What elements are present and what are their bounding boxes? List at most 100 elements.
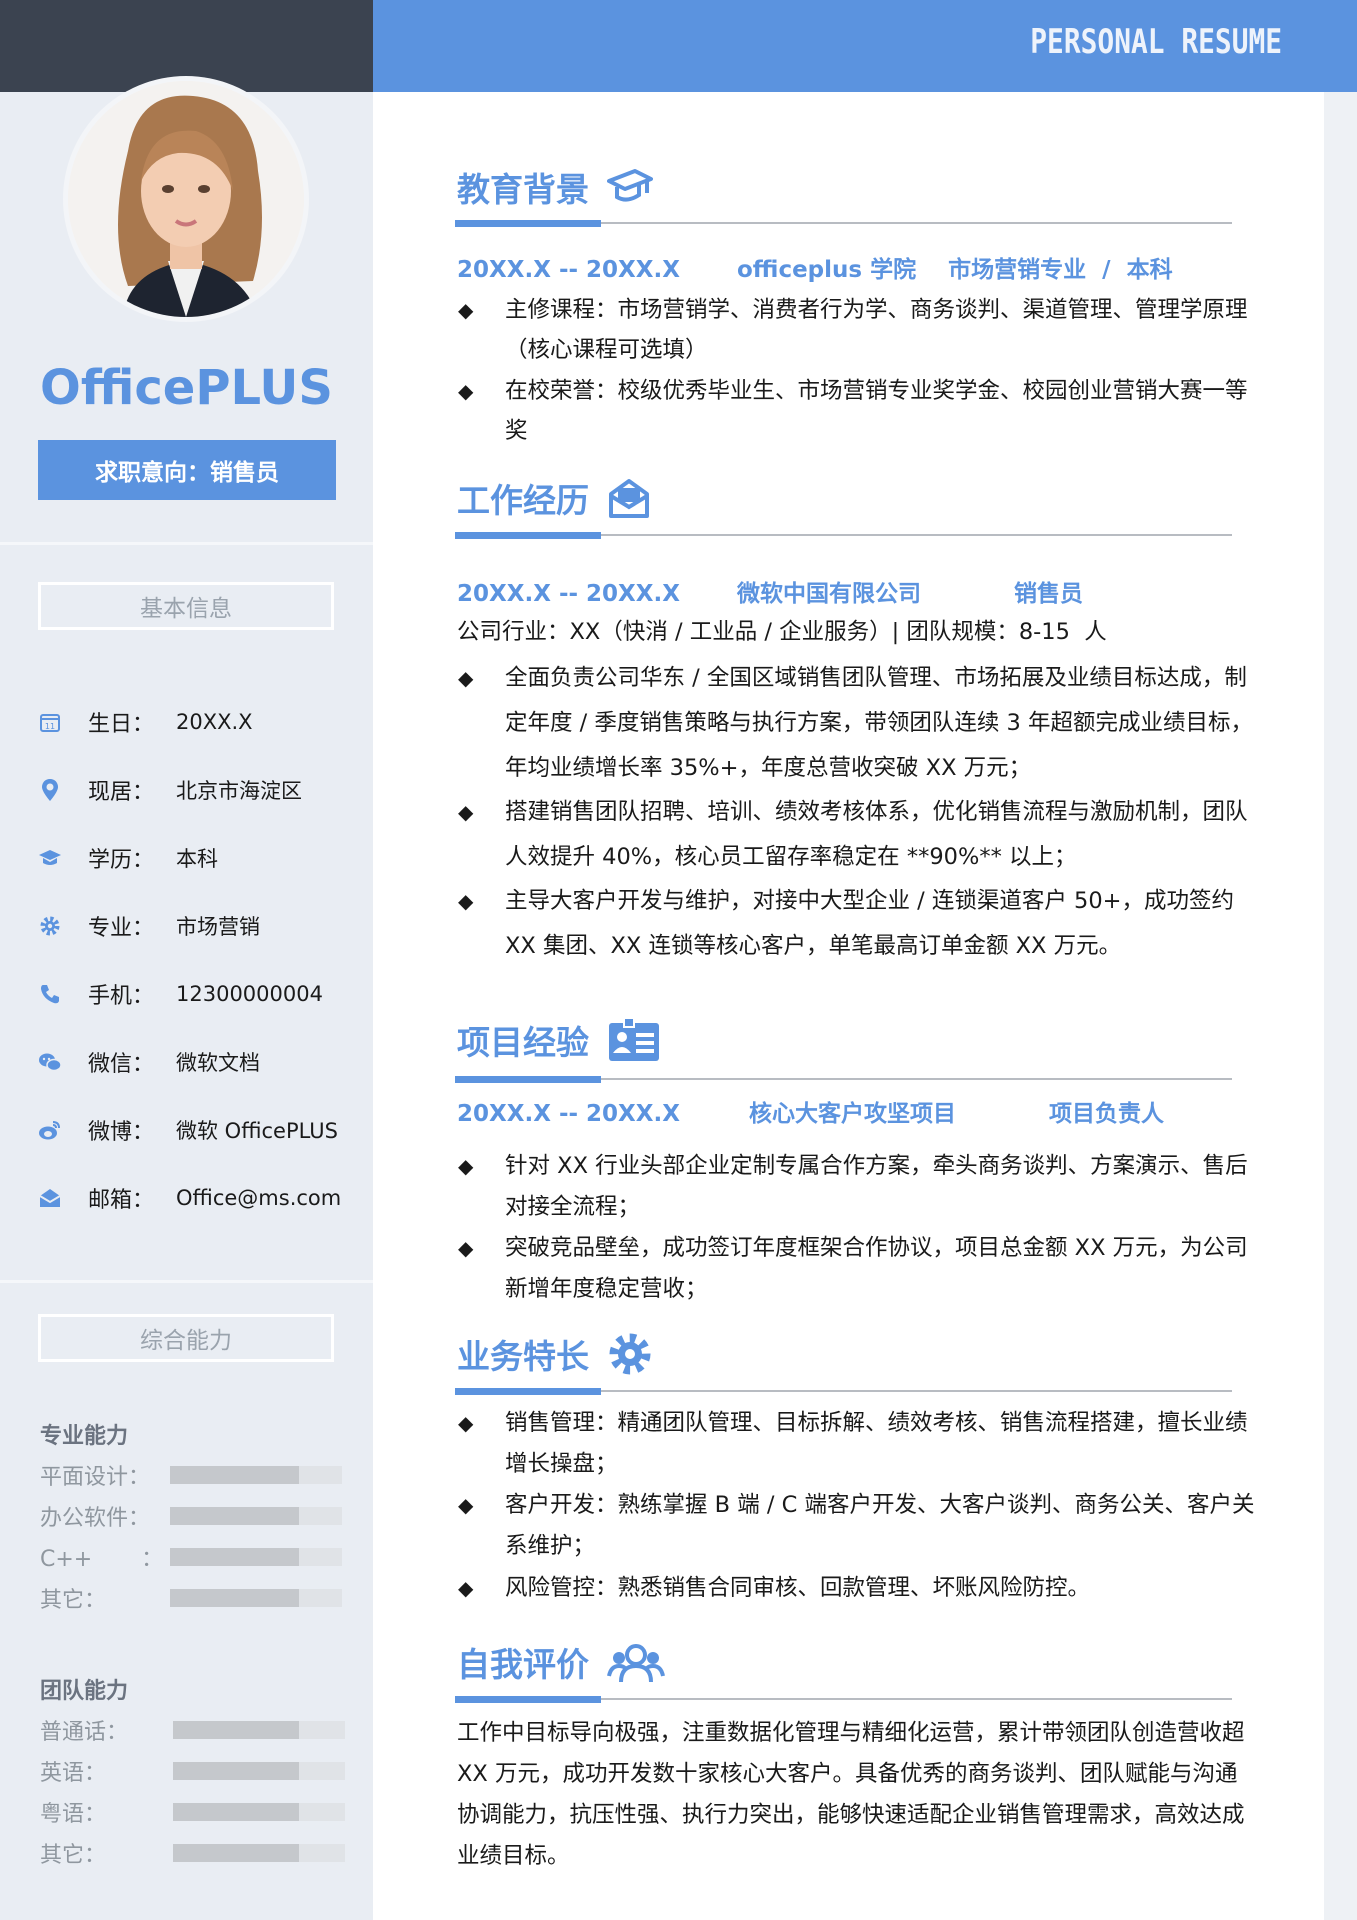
info-value: 北京市海淀区 bbox=[176, 779, 302, 803]
gear-icon bbox=[609, 1333, 651, 1375]
work-company: 微软中国有限公司 bbox=[737, 581, 921, 607]
info-label: 现居： bbox=[88, 780, 155, 805]
weibo-icon bbox=[38, 1118, 62, 1142]
section-accent bbox=[455, 220, 601, 227]
section-accent bbox=[455, 1076, 601, 1083]
skill-bar-fill bbox=[173, 1721, 299, 1739]
project-period: 20XX.X -- 20XX.X bbox=[457, 1101, 680, 1127]
info-row-wechat: 微信： 微软文档 bbox=[38, 1042, 358, 1082]
skill-bar-fill bbox=[170, 1589, 299, 1607]
list-item: ◆ 主导大客户开发与维护，对接中大型企业 / 连锁渠道客户 50+，成功签约 X… bbox=[458, 879, 1258, 969]
section-title-education: 教育背景 bbox=[457, 163, 653, 211]
list-item: ◆ 主修课程：市场营销学、消费者行为学、商务谈判、渠道管理、管理学原理（核心课程… bbox=[458, 290, 1258, 370]
skill-row: C++ ： bbox=[40, 1540, 350, 1574]
skill-label: 平面设计： bbox=[40, 1465, 151, 1490]
skill-row: 其它： bbox=[40, 1836, 350, 1870]
list-item: ◆ 突破竞品壁垒，成功签订年度框架合作协议，项目总金额 XX 万元，为公司新增年… bbox=[458, 1228, 1258, 1310]
education-meta: 20XX.X -- 20XX.X officeplus 学院 市场营销专业 / 本… bbox=[457, 250, 1257, 284]
skill-group-professional: 专业能力 bbox=[40, 1424, 129, 1449]
bullet-diamond-icon: ◆ bbox=[458, 1236, 474, 1260]
bullet-diamond-icon: ◆ bbox=[458, 379, 474, 403]
skill-row: 其它： bbox=[40, 1581, 350, 1615]
info-value: 微软 OfficePLUS bbox=[176, 1119, 338, 1143]
bullet-text: 主导大客户开发与维护，对接中大型企业 / 连锁渠道客户 50+，成功签约 XX … bbox=[505, 888, 1235, 959]
skill-bar bbox=[173, 1721, 345, 1739]
bullet-text: 主修课程：市场营销学、消费者行为学、商务谈判、渠道管理、管理学原理（核心课程可选… bbox=[505, 297, 1248, 363]
avatar bbox=[68, 81, 304, 317]
job-intent-badge: 求职意向：销售员 bbox=[38, 440, 336, 500]
info-label: 生日： bbox=[88, 712, 155, 737]
skill-row: 普通话： bbox=[40, 1713, 350, 1747]
skill-bar-fill bbox=[170, 1507, 299, 1525]
bullet-diamond-icon: ◆ bbox=[458, 666, 474, 690]
wechat-icon bbox=[38, 1050, 62, 1074]
bullet-diamond-icon: ◆ bbox=[458, 298, 474, 322]
candidate-name: OfficePLUS bbox=[40, 360, 333, 416]
info-value: 12300000004 bbox=[176, 982, 323, 1006]
section-title-project: 项目经验 bbox=[457, 1016, 661, 1064]
section-title-text: 自我评价 bbox=[457, 1645, 589, 1684]
basic-info-title: 基本信息 bbox=[38, 582, 334, 630]
skill-bar bbox=[173, 1803, 345, 1821]
work-summary: 公司行业：XX（快消 / 工业品 / 企业服务）| 团队规模：8-15 人 bbox=[457, 619, 1107, 645]
skill-row: 粤语： bbox=[40, 1795, 350, 1829]
info-label: 专业： bbox=[88, 916, 155, 941]
skill-row: 英语： bbox=[40, 1754, 350, 1788]
skill-label: 办公软件： bbox=[40, 1506, 151, 1531]
right-margin-strip bbox=[1324, 92, 1357, 1920]
mail-icon bbox=[38, 1186, 62, 1210]
bullet-diamond-icon: ◆ bbox=[458, 889, 474, 913]
graduation-cap-icon bbox=[607, 169, 653, 202]
skill-bar-fill bbox=[173, 1803, 299, 1821]
info-label: 邮箱： bbox=[88, 1188, 155, 1213]
skill-bar-fill bbox=[170, 1548, 299, 1566]
header-band: PERSONAL RESUME bbox=[373, 0, 1357, 92]
gear-icon bbox=[38, 914, 62, 938]
education-school: officeplus 学院 市场营销专业 / 本科 bbox=[737, 257, 1173, 283]
skill-label: 其它： bbox=[40, 1843, 107, 1868]
project-name: 核心大客户攻坚项目 bbox=[749, 1101, 956, 1127]
bullet-diamond-icon: ◆ bbox=[458, 1493, 474, 1517]
info-label: 微信： bbox=[88, 1052, 155, 1077]
skill-label: 普通话： bbox=[40, 1720, 129, 1745]
project-meta: 20XX.X -- 20XX.X 核心大客户攻坚项目 项目负责人 bbox=[457, 1094, 1257, 1128]
info-row-birthday: 11 生日： 20XX.X bbox=[38, 702, 358, 742]
envelope-icon bbox=[609, 479, 649, 518]
bullet-diamond-icon: ◆ bbox=[458, 1411, 474, 1435]
bullet-text: 客户开发：熟练掌握 B 端 / C 端客户开发、大客户谈判、商务公关、客户关系维… bbox=[505, 1492, 1255, 1559]
info-label: 手机： bbox=[88, 984, 155, 1009]
skill-row: 平面设计： bbox=[40, 1458, 350, 1492]
bullet-text: 风险管控：熟悉销售合同审核、回款管理、坏账风险防控。 bbox=[505, 1575, 1091, 1601]
info-label: 学历： bbox=[88, 848, 155, 873]
sidebar-divider bbox=[0, 542, 373, 545]
self-eval-text: 工作中目标导向极强，注重数据化管理与精细化运营，累计带领团队创造营收超 XX 万… bbox=[457, 1720, 1245, 1869]
bullet-text: 全面负责公司华东 / 全国区域销售团队管理、市场拓展及业绩目标达成，制定年度 /… bbox=[505, 665, 1254, 781]
section-accent bbox=[455, 532, 601, 539]
section-title-skills: 业务特长 bbox=[457, 1330, 653, 1378]
team-icon bbox=[607, 1644, 665, 1683]
skill-row: 办公软件： bbox=[40, 1499, 350, 1533]
section-title-self-eval: 自我评价 bbox=[457, 1638, 665, 1686]
list-item: ◆ 针对 XX 行业头部企业定制专属合作方案，牵头商务谈判、方案演示、售后对接全… bbox=[458, 1146, 1258, 1228]
phone-icon bbox=[38, 982, 62, 1006]
skill-label: 粤语： bbox=[40, 1802, 107, 1827]
bullet-diamond-icon: ◆ bbox=[458, 1576, 474, 1600]
bullet-text: 搭建销售团队招聘、培训、绩效考核体系，优化销售流程与激励机制，团队人效提升 40… bbox=[505, 799, 1248, 870]
list-item: ◆ 销售管理：精通团队管理、目标拆解、绩效考核、销售流程搭建，擅长业绩增长操盘； bbox=[458, 1403, 1258, 1485]
skill-label: 英语： bbox=[40, 1761, 107, 1786]
info-label: 微博： bbox=[88, 1120, 155, 1145]
list-item: ◆ 全面负责公司华东 / 全国区域销售团队管理、市场拓展及业绩目标达成，制定年度… bbox=[458, 656, 1258, 791]
skill-bar bbox=[173, 1762, 345, 1780]
list-item: ◆ 客户开发：熟练掌握 B 端 / C 端客户开发、大客户谈判、商务公关、客户关… bbox=[458, 1485, 1258, 1567]
info-row-phone: 手机： 12300000004 bbox=[38, 974, 358, 1014]
work-meta: 20XX.X -- 20XX.X 微软中国有限公司 销售员 bbox=[457, 574, 1257, 608]
id-card-icon bbox=[609, 1017, 659, 1061]
list-item: ◆ 搭建销售团队招聘、培训、绩效考核体系，优化销售流程与激励机制，团队人效提升 … bbox=[458, 790, 1258, 880]
skill-bar bbox=[170, 1507, 342, 1525]
education-period: 20XX.X -- 20XX.X bbox=[457, 257, 680, 283]
abilities-title: 综合能力 bbox=[38, 1314, 334, 1362]
bullet-text: 在校荣誉：校级优秀毕业生、市场营销专业奖学金、校园创业营销大赛一等奖 bbox=[505, 378, 1248, 444]
skill-bar-fill bbox=[170, 1466, 299, 1484]
skill-bar bbox=[170, 1589, 342, 1607]
info-value: 本科 bbox=[176, 847, 218, 871]
